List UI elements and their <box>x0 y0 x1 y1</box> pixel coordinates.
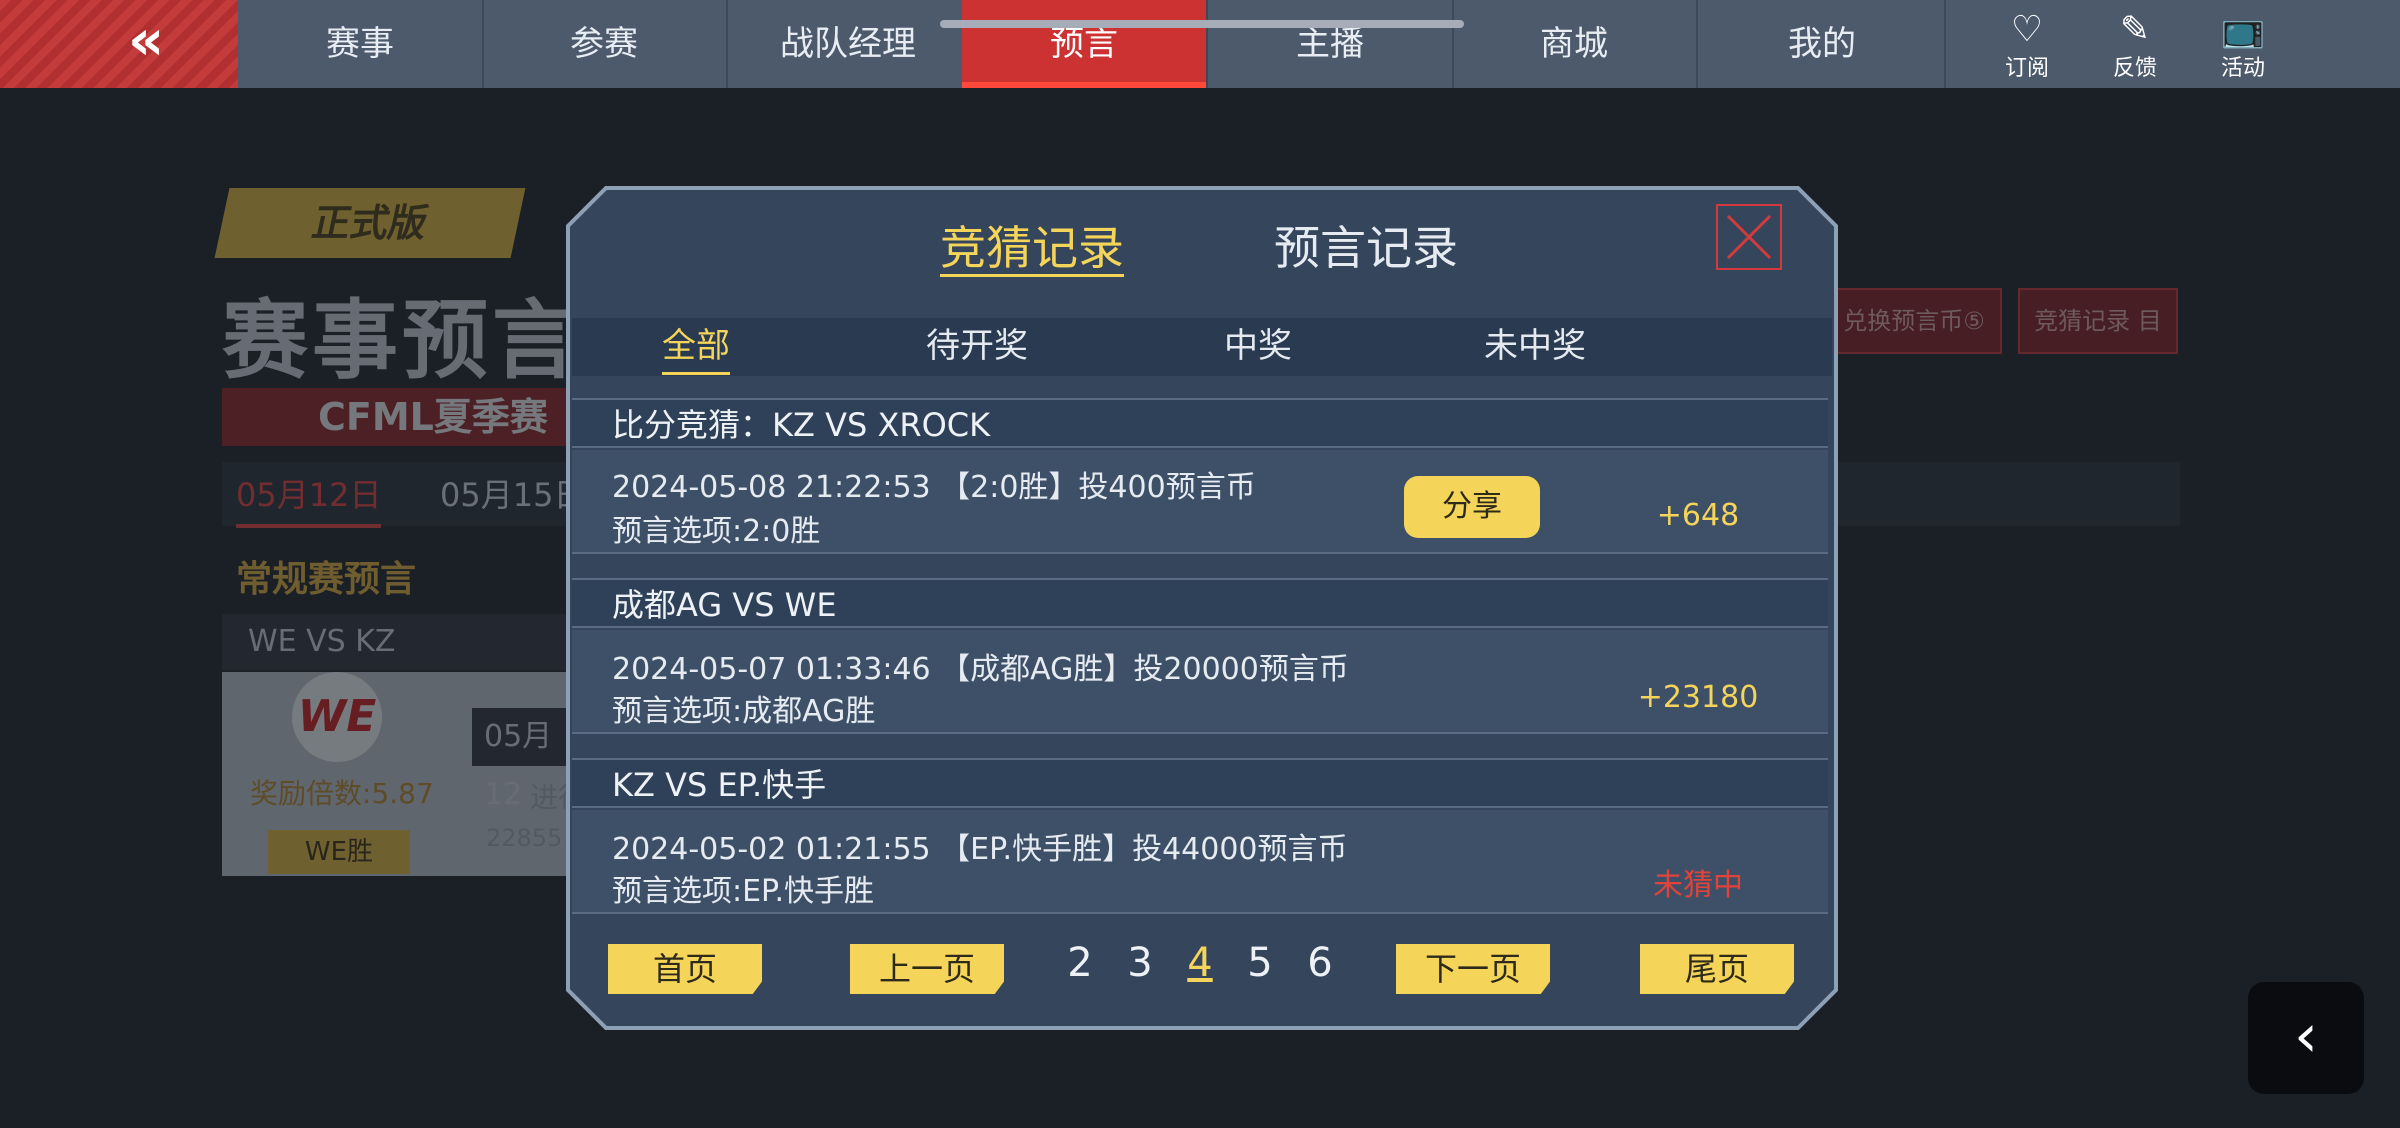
share-button[interactable]: 分享 <box>1404 476 1540 538</box>
subscribe-label: 订阅 <box>2004 56 2049 81</box>
activity-button[interactable]: 📺 活动 <box>2198 10 2288 82</box>
edit-icon: ✎ <box>2119 9 2151 50</box>
match-date: 05月12 <box>472 708 572 812</box>
record-title: 成都AG VS WE <box>572 578 1828 628</box>
odds-text: 奖励倍数:5.87 <box>250 777 434 810</box>
record-title: KZ VS EP.快手 <box>572 758 1828 808</box>
activity-label: 活动 <box>2220 56 2265 81</box>
floating-back-button[interactable]: ‹ <box>2248 982 2364 1094</box>
record-result: +648 <box>1656 498 1740 533</box>
filter-bar <box>572 318 1832 376</box>
record-option: 预言选项:2:0胜 <box>612 514 821 549</box>
record-result: 未猜中 <box>1653 868 1743 903</box>
heart-plus-icon: ♡ <box>2010 9 2044 50</box>
page-title: 赛事预言 <box>222 291 582 391</box>
close-icon <box>1726 214 1772 260</box>
tab-streamer[interactable]: 主播 <box>1208 0 1454 88</box>
page-number[interactable]: 6 <box>1300 940 1340 986</box>
record-option: 预言选项:成都AG胜 <box>612 694 876 729</box>
drag-handle[interactable] <box>940 20 1464 28</box>
filter-pending[interactable]: 待开奖 <box>926 320 1028 372</box>
quiz-record-button[interactable]: 竞猜记录 目 <box>2018 288 2178 354</box>
match-header: WE VS KZ <box>222 614 572 670</box>
tab-mine[interactable]: 我的 <box>1700 0 1946 88</box>
record-title: 比分竞猜：KZ VS XROCK <box>572 398 1828 448</box>
team-logo: WE <box>292 672 382 762</box>
next-page-button[interactable]: 下一页 <box>1396 944 1550 994</box>
record-result: +23180 <box>1637 680 1759 715</box>
page-number[interactable]: 3 <box>1120 940 1160 986</box>
close-button[interactable] <box>1716 204 1782 270</box>
page-number[interactable]: 2 <box>1060 940 1100 986</box>
filter-lost[interactable]: 未中奖 <box>1484 320 1586 372</box>
first-page-button[interactable]: 首页 <box>608 944 762 994</box>
subscribe-button[interactable]: ♡ 订阅 <box>1982 10 2072 82</box>
tab-prediction[interactable]: 预言 <box>962 0 1208 88</box>
tab-participate[interactable]: 参赛 <box>482 0 728 88</box>
back-button[interactable]: « <box>0 0 238 88</box>
back-chevron-icon: « <box>128 8 165 73</box>
record-detail: 2024-05-02 01:21:55 【EP.快手胜】投44000预言币 <box>612 832 1348 867</box>
tab-prediction-records[interactable]: 预言记录 <box>1274 222 1458 274</box>
feedback-button[interactable]: ✎ 反馈 <box>2090 10 2180 82</box>
tab-team-manager[interactable]: 战队经理 <box>726 0 972 88</box>
exchange-coin-button[interactable]: 兑换预言币⑤ <box>1826 288 2002 354</box>
version-badge: 正式版 <box>214 188 526 258</box>
season-banner: CFML夏季赛 <box>222 388 582 446</box>
team-win-button[interactable]: WE胜 <box>268 830 410 874</box>
record-detail: 2024-05-08 21:22:53 【2:0胜】投400预言币 <box>612 470 1256 505</box>
date-tab-active[interactable]: 05月12日 <box>236 470 382 528</box>
tv-icon: 📺 <box>2220 9 2266 50</box>
filter-won[interactable]: 中奖 <box>1224 320 1292 372</box>
last-page-button[interactable]: 尾页 <box>1640 944 1794 994</box>
feedback-label: 反馈 <box>2112 56 2157 81</box>
tab-events[interactable]: 赛事 <box>238 0 484 88</box>
filter-all[interactable]: 全部 <box>662 320 730 375</box>
record-detail: 2024-05-07 01:33:46 【成都AG胜】投20000预言币 <box>612 652 1349 687</box>
section-title: 常规赛预言 <box>236 559 417 600</box>
page-number-current[interactable]: 4 <box>1180 940 1220 986</box>
page-number[interactable]: 5 <box>1240 940 1280 986</box>
prev-page-button[interactable]: 上一页 <box>850 944 1004 994</box>
record-option: 预言选项:EP.快手胜 <box>612 874 875 909</box>
tab-quiz-records[interactable]: 竞猜记录 <box>940 222 1124 277</box>
tab-shop[interactable]: 商城 <box>1452 0 1698 88</box>
participant-count: 22855 <box>486 824 563 852</box>
date-tab[interactable]: 05月15日 <box>440 470 585 516</box>
